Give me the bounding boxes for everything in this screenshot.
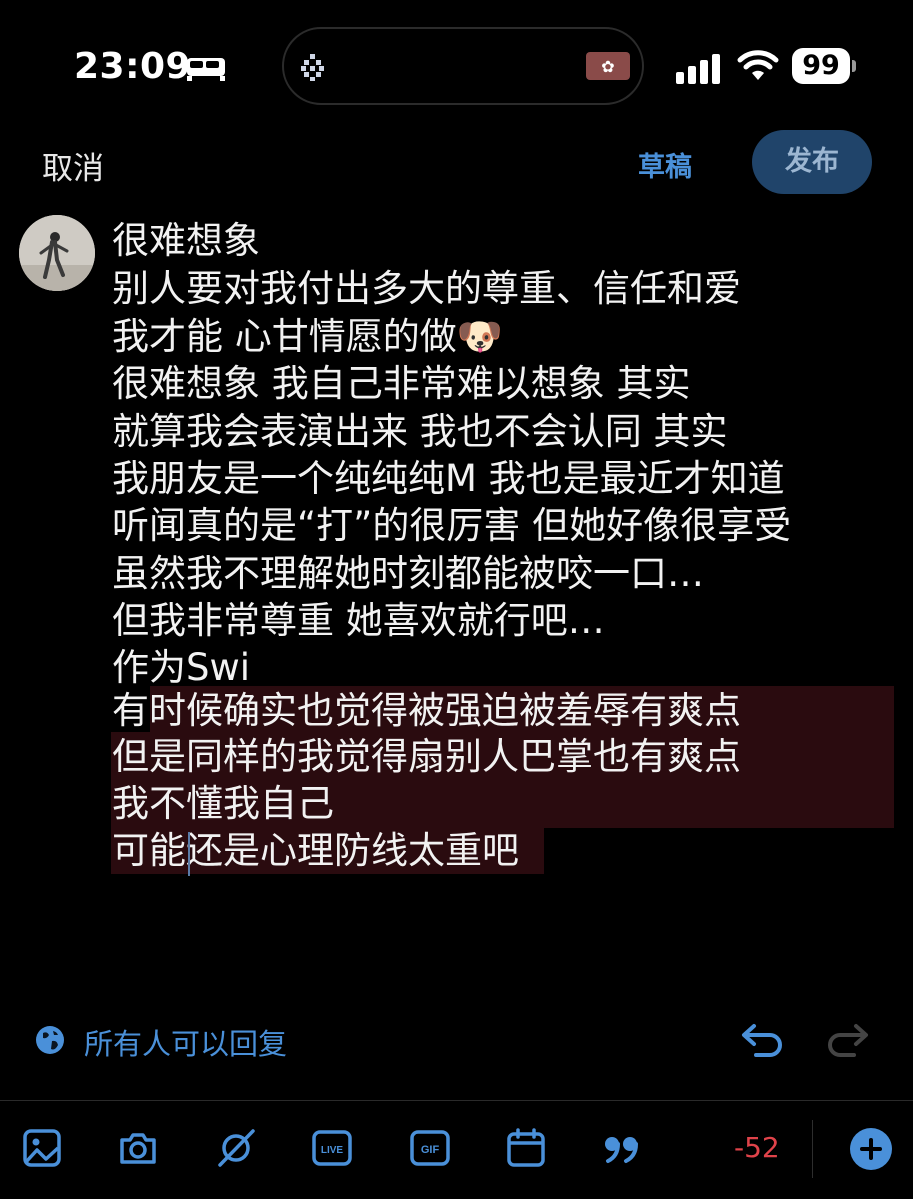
wifi-icon <box>737 50 779 80</box>
no-location-icon[interactable] <box>216 1128 256 1168</box>
add-icon[interactable] <box>850 1128 892 1170</box>
live-label: LIVE <box>321 1145 344 1156</box>
avatar[interactable] <box>19 215 95 291</box>
live-icon[interactable]: LIVE <box>312 1128 352 1168</box>
toolbar-separator <box>812 1120 813 1178</box>
text-cursor <box>188 832 190 876</box>
battery-icon: 99 <box>792 48 856 84</box>
post-line: 很难想象 我自己非常难以想象 其实 <box>112 362 691 405</box>
globe-icon[interactable] <box>35 1025 65 1055</box>
undo-icon[interactable] <box>740 1020 786 1060</box>
flag-icon: ✿ <box>586 52 630 80</box>
post-line: 作为Swi <box>112 646 251 689</box>
quote-icon[interactable] <box>602 1128 642 1168</box>
post-line: 很难想象 <box>112 219 260 262</box>
post-line: 但是同样的我觉得扇别人巴掌也有爽点 <box>112 735 741 778</box>
bed-icon <box>187 58 225 81</box>
gif-icon[interactable]: GIF <box>410 1128 450 1168</box>
redo-icon[interactable] <box>824 1020 870 1060</box>
status-time: 23:09 <box>74 46 192 87</box>
image-icon[interactable] <box>22 1128 62 1168</box>
battery-tip <box>852 60 856 72</box>
post-line: 就算我会表演出来 我也不会认同 其实 <box>112 410 728 453</box>
signal-icon <box>676 54 720 84</box>
battery-level: 99 <box>792 48 850 84</box>
publish-button[interactable]: 发布 <box>752 130 872 194</box>
post-line: 我才能 心甘情愿的做🐶 <box>112 315 503 358</box>
post-line: 有时候确实也觉得被强迫被羞辱有爽点 <box>112 689 741 732</box>
post-line: 可能还是心理防线太重吧 <box>112 829 519 872</box>
post-line: 听闻真的是“打”的很厉害 但她好像很享受 <box>112 504 792 547</box>
drafts-button[interactable]: 草稿 <box>638 145 692 184</box>
post-line: 我不懂我自己 <box>112 782 334 825</box>
post-line: 但我非常尊重 她喜欢就行吧… <box>112 599 605 642</box>
camera-icon[interactable] <box>118 1128 158 1168</box>
post-line: 虽然我不理解她时刻都能被咬一口… <box>112 552 704 595</box>
reply-permission-label[interactable]: 所有人可以回复 <box>84 1021 287 1063</box>
gif-label: GIF <box>421 1144 440 1156</box>
app-grid-icon <box>301 54 324 81</box>
toolbar-divider <box>0 1100 913 1101</box>
post-line: 别人要对我付出多大的尊重、信任和爱 <box>112 267 741 310</box>
character-count: -52 <box>734 1131 780 1164</box>
post-line: 我朋友是一个纯纯纯M 我也是最近才知道 <box>112 457 785 500</box>
calendar-icon[interactable] <box>506 1128 546 1168</box>
cancel-button[interactable]: 取消 <box>42 143 104 188</box>
svg-text:✿: ✿ <box>601 57 614 76</box>
